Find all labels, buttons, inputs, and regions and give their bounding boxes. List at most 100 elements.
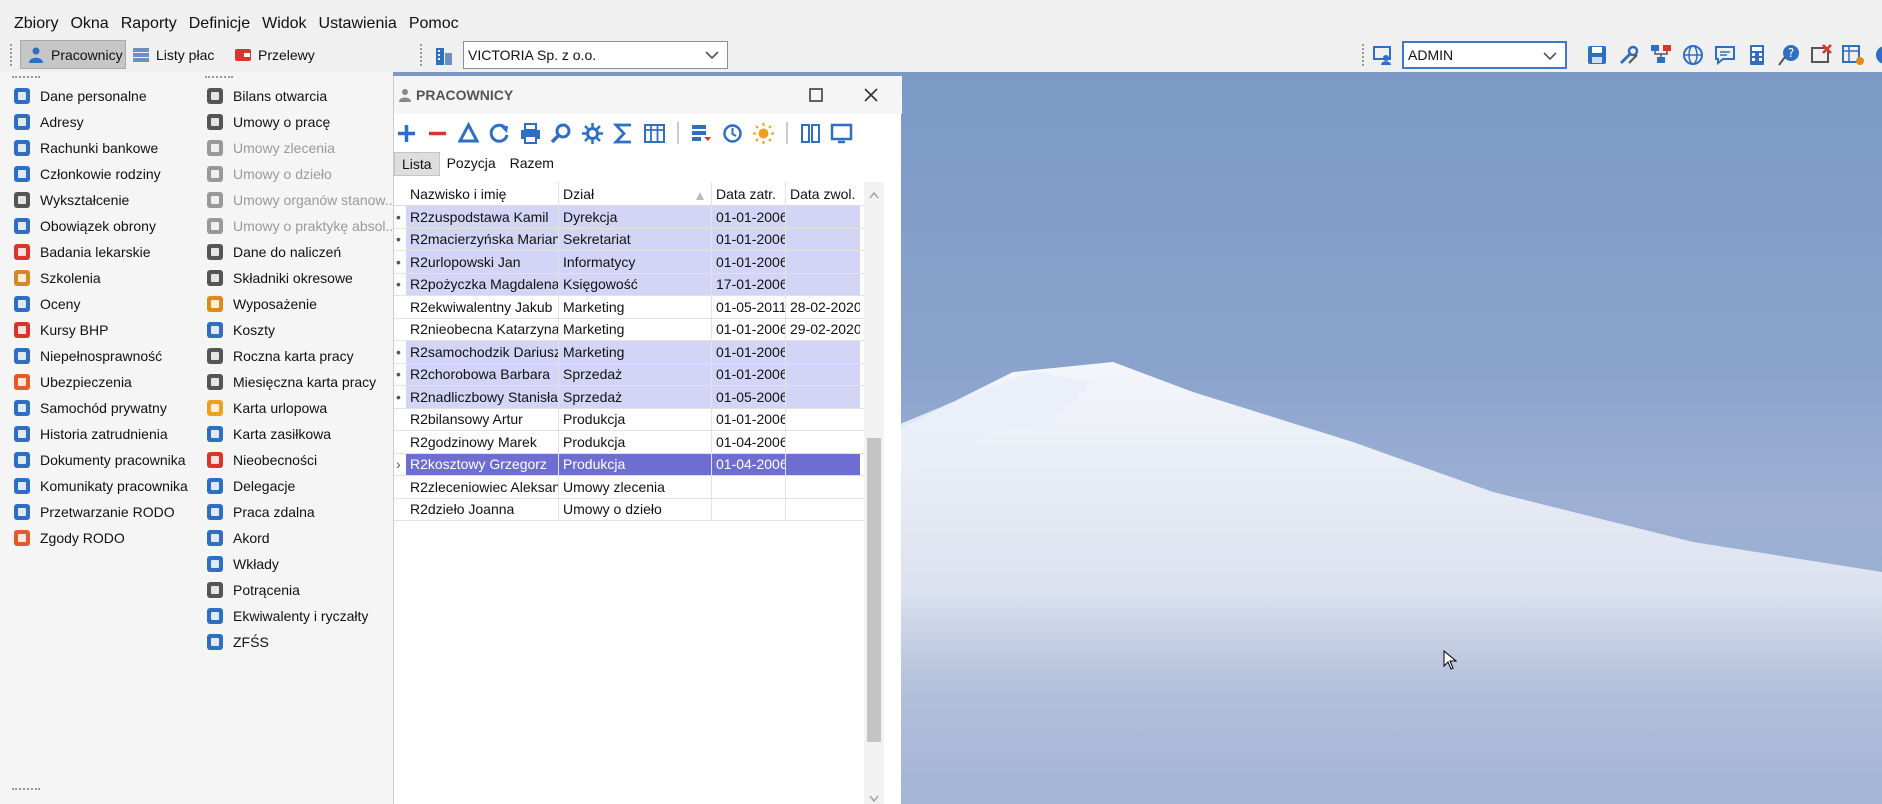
nav-item-nieobecności[interactable]: Nieobecności [205, 448, 317, 472]
table-row[interactable]: • R2urlopowski Jan Informatycy 01-01-2006 [394, 251, 864, 274]
nav-item-umowy-o-pracę[interactable]: Umowy o pracę [205, 110, 330, 134]
message-icon[interactable] [1713, 43, 1737, 67]
column-header-department[interactable]: Dział [559, 182, 712, 205]
toolbar-grip[interactable] [10, 44, 14, 66]
nav-item-dane-personalne[interactable]: Dane personalne [12, 84, 147, 108]
calculator-icon[interactable] [1745, 43, 1769, 67]
menu-zbiory[interactable]: Zbiory [8, 15, 64, 33]
panel-grip[interactable] [12, 788, 40, 791]
grid-settings-icon[interactable] [1841, 43, 1865, 67]
nav-item-wyposażenie[interactable]: Wyposażenie [205, 292, 317, 316]
nav-item-karta-urlopowa[interactable]: Karta urlopowa [205, 396, 327, 420]
table-row[interactable]: R2dzieło Joanna Umowy o dzieło [394, 498, 864, 521]
monitor-icon[interactable] [829, 121, 854, 146]
table-row[interactable]: R2nieobecna Katarzyna Marketing 01-01-2006… [394, 318, 864, 341]
nav-item-niepełnosprawność[interactable]: Niepełnosprawność [12, 344, 162, 368]
nav-item-wkłady[interactable]: Wkłady [205, 552, 279, 576]
split-view-icon[interactable] [798, 121, 823, 146]
nav-item-samochód-prywatny[interactable]: Samochód prywatny [12, 396, 167, 420]
light-icon[interactable] [751, 121, 776, 146]
menu-definicje[interactable]: Definicje [183, 15, 256, 33]
nav-item-bilans-otwarcia[interactable]: Bilans otwarcia [205, 84, 327, 108]
table-row[interactable]: R2zleceniowiec AleksanderUmowy zlecenia [394, 476, 864, 499]
scroll-up-icon[interactable] [869, 186, 879, 202]
menu-pomoc[interactable]: Pomoc [403, 15, 465, 33]
nav-item-członkowie-rodziny[interactable]: Członkowie rodziny [12, 162, 161, 186]
nav-item-oceny[interactable]: Oceny [12, 292, 80, 316]
nav-item-badania-lekarskie[interactable]: Badania lekarskie [12, 240, 151, 264]
nav-item-miesięczna-karta-pracy[interactable]: Miesięczna karta pracy [205, 370, 376, 394]
scrollbar-thumb[interactable] [867, 438, 881, 742]
table-row[interactable]: • R2nadliczbowy Stanisław Sprzedaż 01-05-20… [394, 386, 864, 409]
nav-item-koszty[interactable]: Koszty [205, 318, 275, 342]
user-select[interactable]: ADMIN [1402, 41, 1567, 69]
nav-item-ekwiwalenty-i-ryczałty[interactable]: Ekwiwalenty i ryczałty [205, 604, 368, 628]
nav-item-szkolenia[interactable]: Szkolenia [12, 266, 101, 290]
table-row[interactable]: • R2chorobowa Barbara Sprzedaż 01-01-2006 [394, 363, 864, 386]
nav-item-delegacje[interactable]: Delegacje [205, 474, 295, 498]
nav-item-praca-zdalna[interactable]: Praca zdalna [205, 500, 315, 524]
table-row[interactable]: › R2kosztowy Grzegorz Produkcja 01-04-2006 [394, 453, 864, 476]
table-row[interactable]: • R2samochodzik Dariusz Marketing 01-01-200… [394, 341, 864, 364]
tab-lista[interactable]: Lista [394, 152, 440, 176]
tools-icon[interactable] [1617, 43, 1641, 67]
filter-icon[interactable] [689, 121, 714, 146]
nav-item-umowy-o-dzieło[interactable]: Umowy o dzieło [205, 162, 332, 186]
table-row[interactable]: • R2pożyczka Magdalena Księgowość 17-01-200… [394, 273, 864, 296]
sum-icon[interactable] [611, 121, 636, 146]
menu-okna[interactable]: Okna [64, 15, 114, 33]
tab-listy-plac[interactable]: Listy płac [126, 40, 220, 69]
panel-grip[interactable] [12, 76, 40, 79]
tab-razem[interactable]: Razem [503, 152, 561, 176]
nav-item-adresy[interactable]: Adresy [12, 110, 84, 134]
menu-raporty[interactable]: Raporty [115, 15, 183, 33]
columns-icon[interactable] [642, 121, 667, 146]
menu-widok[interactable]: Widok [256, 15, 312, 33]
search-icon[interactable] [549, 121, 574, 146]
nav-item-przetwarzanie-rodo[interactable]: Przetwarzanie RODO [12, 500, 175, 524]
nav-item-akord[interactable]: Akord [205, 526, 270, 550]
table-vertical-scrollbar[interactable] [864, 182, 884, 804]
column-header-name[interactable]: Nazwisko i imię [406, 182, 559, 205]
panel-grip[interactable] [205, 76, 233, 79]
toolbar-grip[interactable] [420, 44, 424, 66]
close-icon[interactable] [860, 84, 882, 106]
tab-przelewy[interactable]: Przelewy [228, 40, 321, 69]
nav-item-komunikaty-pracownika[interactable]: Komunikaty pracownika [12, 474, 188, 498]
scroll-down-icon[interactable] [869, 790, 879, 804]
nav-item-dane-do-naliczeń[interactable]: Dane do naliczeń [205, 240, 341, 264]
nav-item-rachunki-bankowe[interactable]: Rachunki bankowe [12, 136, 158, 160]
nav-item-wykształcenie[interactable]: Wykształcenie [12, 188, 129, 212]
close-windows-icon[interactable] [1809, 43, 1833, 67]
info-icon[interactable]: ? [1873, 43, 1882, 67]
nav-item-karta-zasiłkowa[interactable]: Karta zasiłkowa [205, 422, 331, 446]
nav-item-kursy-bhp[interactable]: Kursy BHP [12, 318, 108, 342]
add-icon[interactable] [394, 121, 419, 146]
toolbar-grip[interactable] [1362, 44, 1366, 66]
save-icon[interactable] [1585, 43, 1609, 67]
nav-item-umowy-zlecenia[interactable]: Umowy zlecenia [205, 136, 335, 160]
maximize-icon[interactable] [805, 84, 827, 106]
edit-icon[interactable] [456, 121, 481, 146]
network-icon[interactable] [1649, 43, 1673, 67]
window-titlebar[interactable]: PRACOWNICY [394, 76, 902, 114]
table-row[interactable]: R2godzinowy Marek Produkcja 01-04-2006 [394, 431, 864, 454]
table-row[interactable]: • R2macierzyńska MariannaSekretariat01-01… [394, 228, 864, 251]
settings-icon[interactable] [580, 121, 605, 146]
remove-icon[interactable] [425, 121, 450, 146]
nav-item-potrącenia[interactable]: Potrącenia [205, 578, 300, 602]
refresh-icon[interactable] [487, 121, 512, 146]
nav-item-umowy-o-praktykę-absol[interactable]: Umowy o praktykę absol... [205, 214, 397, 238]
nav-item-ubezpieczenia[interactable]: Ubezpieczenia [12, 370, 132, 394]
nav-item-roczna-karta-pracy[interactable]: Roczna karta pracy [205, 344, 354, 368]
help-icon[interactable]: ? [1777, 43, 1801, 67]
tab-pozycja[interactable]: Pozycja [440, 152, 503, 176]
menu-ustawienia[interactable]: Ustawienia [313, 15, 403, 33]
company-select[interactable]: VICTORIA Sp. z o.o. [463, 41, 728, 69]
column-header-leave-date[interactable]: Data zwol. [786, 182, 860, 205]
tab-pracownicy[interactable]: Pracownicy [20, 40, 126, 69]
nav-item-składniki-okresowe[interactable]: Składniki okresowe [205, 266, 353, 290]
nav-item-zfśs[interactable]: ZFŚS [205, 630, 269, 654]
nav-item-zgody-rodo[interactable]: Zgody RODO [12, 526, 125, 550]
nav-item-obowiązek-obrony[interactable]: Obowiązek obrony [12, 214, 156, 238]
